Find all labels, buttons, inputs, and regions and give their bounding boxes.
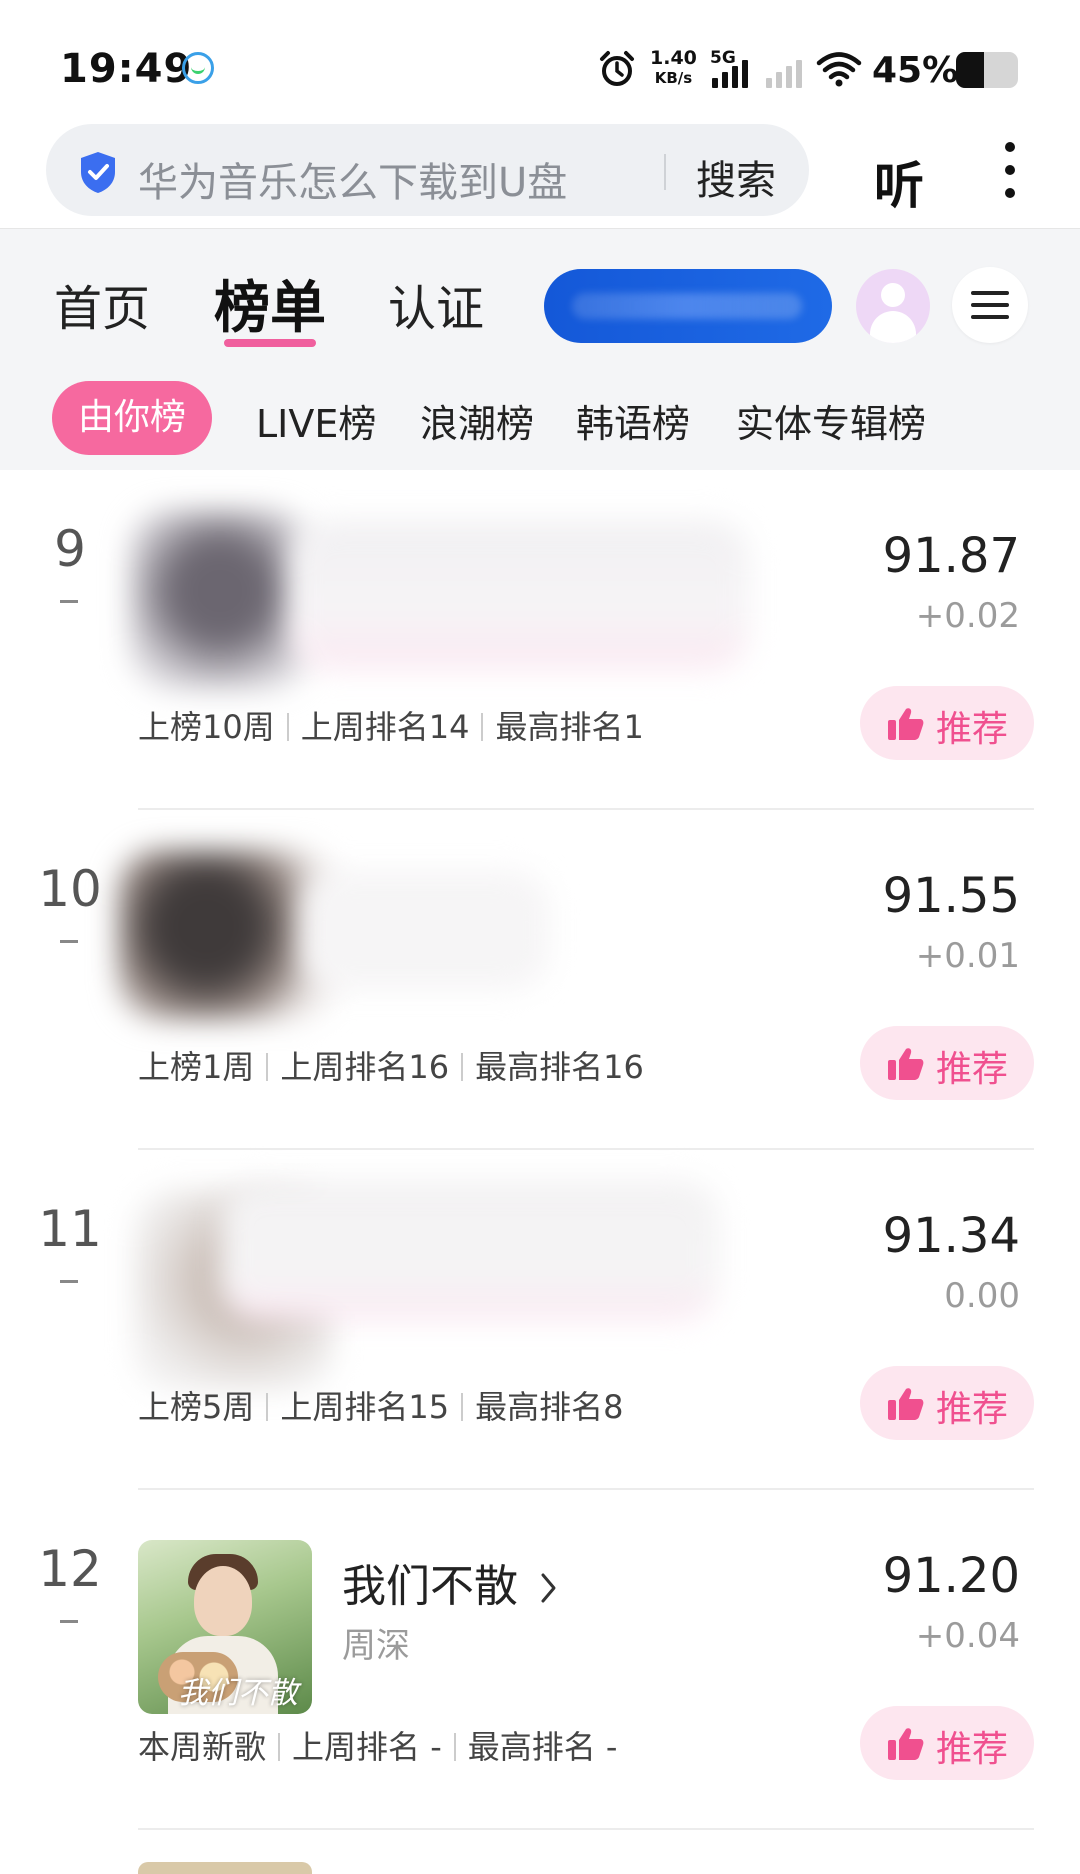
score-value: 91.20 bbox=[882, 1548, 1020, 1604]
last-week-rank: 上周排名 - bbox=[292, 1728, 442, 1766]
chart-row[interactable]: 9 91.87 +0.02 上榜10周 上周排名14 最高排名1 推荐 bbox=[0, 470, 1080, 810]
weeks-on-chart: 本周新歌 bbox=[138, 1728, 267, 1766]
subtab-korean[interactable]: 韩语榜 bbox=[576, 393, 690, 448]
promo-banner[interactable] bbox=[544, 269, 832, 343]
search-header: 华为音乐怎么下载到U盘 搜索 听 bbox=[0, 120, 1080, 228]
last-week-rank: 上周排名15 bbox=[280, 1388, 450, 1426]
peak-rank: 最高排名 - bbox=[467, 1728, 618, 1766]
recommend-button[interactable]: 推荐 bbox=[860, 1366, 1034, 1440]
score-delta: +0.04 bbox=[915, 1616, 1020, 1656]
tab-home[interactable]: 首页 bbox=[54, 269, 150, 339]
chevron-right-icon bbox=[541, 1573, 556, 1603]
chart-meta: 上榜10周 上周排名14 最高排名1 bbox=[138, 702, 644, 748]
recommend-label: 推荐 bbox=[936, 709, 1009, 750]
blurred-title bbox=[220, 1180, 720, 1320]
recommend-label: 推荐 bbox=[936, 1389, 1009, 1430]
rank-trend-icon bbox=[60, 600, 78, 603]
menu-icon[interactable] bbox=[952, 267, 1028, 343]
weeks-on-chart: 上榜10周 bbox=[138, 708, 275, 746]
thumbs-up-icon bbox=[888, 1388, 924, 1420]
thumbs-up-icon bbox=[888, 708, 924, 740]
blurred-cover bbox=[130, 510, 310, 690]
score-delta: +0.01 bbox=[915, 936, 1020, 976]
cover-text: 我们不散 bbox=[178, 1676, 298, 1711]
peak-rank: 最高排名8 bbox=[475, 1388, 624, 1426]
subtab-youni[interactable]: 由你榜 bbox=[52, 381, 213, 455]
thumbs-up-icon bbox=[888, 1728, 924, 1760]
chart-meta: 本周新歌 上周排名 - 最高排名 - bbox=[138, 1722, 617, 1768]
score-value: 91.55 bbox=[882, 868, 1020, 924]
rank-number: 11 bbox=[38, 1200, 102, 1258]
score-value: 91.34 bbox=[882, 1208, 1020, 1264]
recommend-label: 推荐 bbox=[936, 1729, 1009, 1770]
signal-icon bbox=[712, 58, 752, 88]
row-divider bbox=[138, 1828, 1034, 1830]
rank-number: 12 bbox=[38, 1540, 102, 1598]
subtab-physical-album[interactable]: 实体专辑榜 bbox=[736, 393, 926, 448]
avatar-icon[interactable] bbox=[856, 269, 930, 343]
peak-rank: 最高排名16 bbox=[475, 1048, 644, 1086]
recommend-label: 推荐 bbox=[936, 1049, 1009, 1090]
active-tab-indicator bbox=[224, 339, 316, 347]
recommend-button[interactable]: 推荐 bbox=[860, 1026, 1034, 1100]
wifi-icon bbox=[816, 52, 862, 87]
song-title-text: 我们不散 bbox=[342, 1561, 518, 1612]
net-speed-value: 1.40 bbox=[650, 47, 697, 69]
battery-percent: 45% bbox=[872, 50, 959, 91]
battery-icon bbox=[956, 52, 1018, 88]
thumbs-up-icon bbox=[888, 1048, 924, 1080]
song-title[interactable]: 我们不散 bbox=[342, 1550, 560, 1614]
blurred-title bbox=[290, 520, 750, 670]
promo-blurred-text bbox=[572, 293, 802, 319]
battery-fill bbox=[956, 52, 984, 88]
chart-meta: 上榜1周 上周排名16 最高排名16 bbox=[138, 1042, 644, 1088]
signal-icon-secondary bbox=[766, 58, 806, 88]
subtab-live[interactable]: LIVE榜 bbox=[256, 393, 376, 448]
status-time: 19:49 bbox=[60, 46, 193, 92]
tab-charts[interactable]: 榜单 bbox=[214, 263, 326, 344]
chart-row[interactable]: 10 91.55 +0.01 上榜1周 上周排名16 最高排名16 推荐 bbox=[0, 810, 1080, 1150]
tab-certification[interactable]: 认证 bbox=[388, 269, 484, 339]
song-artist[interactable]: 周深 bbox=[342, 1618, 410, 1667]
weeks-on-chart: 上榜1周 bbox=[138, 1048, 255, 1086]
search-query: 华为音乐怎么下载到U盘 bbox=[138, 160, 568, 206]
rank-number: 10 bbox=[38, 860, 102, 918]
more-icon[interactable] bbox=[1000, 142, 1020, 198]
rank-trend-icon bbox=[60, 1620, 78, 1623]
status-bar: 19:49 1.40 KB/s 5G 45% bbox=[0, 0, 1080, 120]
rank-trend-icon bbox=[60, 1280, 78, 1283]
weeks-on-chart: 上榜5周 bbox=[138, 1388, 255, 1426]
shield-icon bbox=[81, 152, 115, 193]
nav-area: 首页 榜单 认证 由你榜 LIVE榜 浪潮榜 韩语榜 实体专辑榜 bbox=[0, 228, 1080, 470]
peak-rank: 最高排名1 bbox=[495, 708, 644, 746]
search-button[interactable]: 搜索 bbox=[696, 148, 776, 206]
net-speed: 1.40 KB/s bbox=[650, 48, 697, 88]
score-value: 91.87 bbox=[882, 528, 1020, 584]
chart-meta: 上榜5周 上周排名15 最高排名8 bbox=[138, 1382, 623, 1428]
score-delta: +0.02 bbox=[915, 596, 1020, 636]
blurred-title bbox=[300, 870, 550, 990]
chart-row[interactable]: 11 91.34 0.00 上榜5周 上周排名15 最高排名8 推荐 bbox=[0, 1150, 1080, 1490]
next-row-cover-partial bbox=[138, 1862, 312, 1874]
rank-number: 9 bbox=[54, 520, 86, 578]
chart-subtabs: 由你榜 LIVE榜 浪潮榜 韩语榜 实体专辑榜 bbox=[0, 381, 1080, 457]
last-week-rank: 上周排名16 bbox=[280, 1048, 450, 1086]
subtab-wave[interactable]: 浪潮榜 bbox=[420, 393, 534, 448]
score-delta: 0.00 bbox=[944, 1276, 1020, 1316]
rank-trend-icon bbox=[60, 940, 78, 943]
album-cover[interactable]: 我们不散 bbox=[138, 1540, 312, 1714]
listen-button[interactable]: 听 bbox=[874, 146, 924, 218]
chart-row[interactable]: 12 我们不散 我们不散 周深 91.20 +0.04 本周新歌 上周排名 - 最高… bbox=[0, 1490, 1080, 1830]
message-icon bbox=[182, 52, 214, 84]
cover-face bbox=[194, 1566, 252, 1636]
alarm-icon bbox=[600, 51, 634, 86]
search-divider bbox=[664, 154, 666, 190]
recommend-button[interactable]: 推荐 bbox=[860, 1706, 1034, 1780]
last-week-rank: 上周排名14 bbox=[300, 708, 470, 746]
net-speed-unit: KB/s bbox=[654, 69, 693, 87]
recommend-button[interactable]: 推荐 bbox=[860, 686, 1034, 760]
search-input[interactable]: 华为音乐怎么下载到U盘 搜索 bbox=[46, 124, 809, 216]
